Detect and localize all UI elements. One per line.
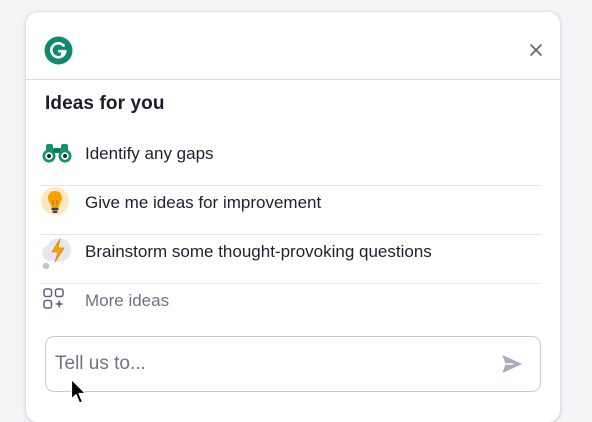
idea-label: Identify any gaps [85,144,214,163]
idea-identify-gaps[interactable]: Identify any gaps [40,137,541,186]
prompt-input[interactable] [55,351,485,377]
close-icon[interactable] [526,40,546,60]
section-title: Ideas for you [45,93,165,114]
prompt-input-box[interactable] [45,336,541,392]
panel-header [26,12,560,80]
lightning-cloud-icon [42,238,71,269]
send-icon[interactable] [500,352,524,376]
assistant-panel: Ideas for you Identify any gaps Give me … [26,12,560,422]
lightbulb-icon [41,187,69,215]
idea-label: Brainstorm some thought-provoking questi… [85,242,432,261]
grammarly-g-icon[interactable] [44,36,73,65]
binoculars-icon [42,144,72,163]
grid-sparkle-icon [43,288,64,309]
more-ideas-button[interactable]: More ideas [40,284,541,333]
idea-improvement[interactable]: Give me ideas for improvement [40,186,541,235]
idea-label: Give me ideas for improvement [85,193,322,212]
more-ideas-label: More ideas [85,291,170,310]
idea-brainstorm-questions[interactable]: Brainstorm some thought-provoking questi… [40,235,541,284]
